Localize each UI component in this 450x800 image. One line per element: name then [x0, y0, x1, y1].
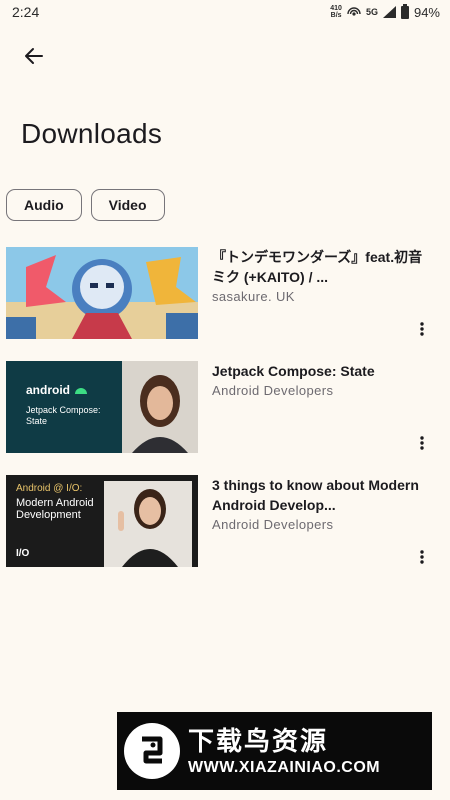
thumbnail-text: Android @ I/O: Modern Android Developmen… [16, 483, 96, 521]
video-list-item[interactable]: Android @ I/O: Modern Android Developmen… [6, 475, 446, 567]
status-time: 2:24 [12, 4, 40, 20]
watermark-url: WWW.XIAZAINIAO.COM [188, 759, 381, 776]
android-brand-text: android [26, 383, 70, 397]
more-vert-icon [420, 322, 424, 336]
video-info: 『トンデモワンダーズ』feat.初音ミク (+KAITO) / ... sasa… [212, 247, 427, 304]
net-speed-value: 410 [330, 5, 342, 12]
video-thumbnail[interactable]: android Jetpack Compose: State [6, 361, 198, 453]
video-title[interactable]: 『トンデモワンダーズ』feat.初音ミク (+KAITO) / ... [212, 247, 427, 287]
android-brand: android [26, 383, 106, 397]
network-type: 5G [365, 7, 378, 17]
more-vert-icon [420, 550, 424, 564]
video-list-item[interactable]: android Jetpack Compose: State Jetpack C… [6, 361, 446, 453]
thumbnail-subtitle: Jetpack Compose: State [26, 405, 101, 426]
page-title: Downloads [21, 118, 163, 149]
video-channel: Android Developers [212, 517, 334, 532]
net-speed-unit: B/s [330, 12, 342, 19]
watermark-text: 下载鸟资源 WWW.XIAZAINIAO.COM [188, 725, 380, 777]
io-logo: I/O [16, 548, 30, 559]
signal-icon [382, 6, 396, 18]
video-info: 3 things to know about Modern Android De… [212, 475, 427, 532]
back-button[interactable] [16, 38, 52, 74]
video-info: Jetpack Compose: State Android Developer… [212, 361, 427, 398]
watermark-banner: 下载鸟资源 WWW.XIAZAINIAO.COM [117, 712, 432, 790]
more-vert-icon [420, 436, 424, 450]
status-icons: 410 B/s 5G 94% [330, 3, 440, 20]
hotspot-icon [347, 7, 361, 16]
video-thumbnail[interactable]: Android @ I/O: Modern Android Developmen… [6, 475, 198, 567]
android-robot-icon [75, 388, 87, 394]
status-bar: 2:24 410 B/s 5G 94% [0, 0, 450, 24]
presenter-photo [122, 361, 198, 453]
arrow-back-icon [25, 48, 43, 64]
bird-logo-graphic [142, 736, 163, 764]
watermark-cn: 下载鸟资源 [188, 726, 329, 756]
video-channel: sasakure. UK [212, 289, 295, 304]
more-options-button[interactable] [412, 431, 432, 455]
filter-chip-audio[interactable]: Audio [6, 189, 82, 221]
more-options-button[interactable] [412, 317, 432, 341]
video-title[interactable]: 3 things to know about Modern Android De… [212, 475, 427, 515]
battery-icon [400, 3, 409, 19]
battery-level: 94% [413, 4, 440, 20]
net-speed: 410 B/s [330, 5, 342, 19]
thumbnail-subtitle: Modern Android Development [16, 497, 94, 521]
video-title[interactable]: Jetpack Compose: State [212, 361, 427, 381]
more-options-button[interactable] [412, 545, 432, 569]
thumbnail-text: android Jetpack Compose: State [26, 383, 106, 427]
video-thumbnail[interactable] [6, 247, 198, 339]
video-list-item[interactable]: 『トンデモワンダーズ』feat.初音ミク (+KAITO) / ... sasa… [6, 247, 446, 339]
bird-logo-icon [124, 723, 180, 779]
filter-chips: Audio Video [6, 189, 165, 221]
video-channel: Android Developers [212, 383, 334, 398]
thumbnail-header: Android @ I/O: [16, 483, 83, 494]
presenter-photo [104, 481, 192, 567]
thumbnail-art [6, 247, 198, 339]
filter-chip-video[interactable]: Video [90, 189, 165, 221]
